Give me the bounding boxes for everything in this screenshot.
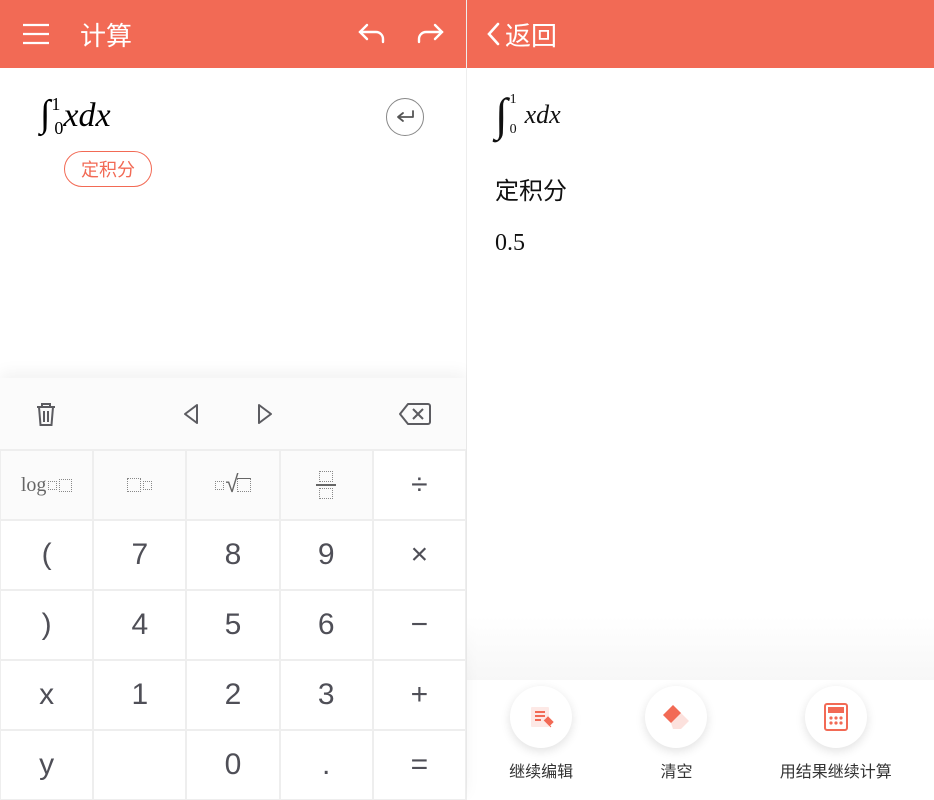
result-expression: ∫ 10 xdx — [495, 88, 914, 141]
backspace-button[interactable] — [398, 402, 432, 426]
key-y[interactable]: y — [0, 730, 93, 800]
continue-with-result-button[interactable]: 用结果继续计算 — [780, 686, 892, 782]
key-log[interactable]: log — [0, 450, 93, 520]
integral-symbol: ∫ — [495, 88, 508, 141]
cursor-right-button[interactable] — [256, 403, 274, 425]
left-header: 计算 — [0, 0, 466, 68]
key-multiply[interactable]: × — [373, 520, 466, 590]
keypad-grid: log √ ÷ ( 7 8 9 × ) 4 5 6 − x 1 2 — [0, 450, 466, 800]
key-minus[interactable]: − — [373, 590, 466, 660]
edit-icon — [510, 686, 572, 748]
clear-button[interactable] — [34, 400, 58, 428]
redo-button[interactable] — [412, 16, 448, 52]
result-area: ∫ 10 xdx 定积分 0.5 — [467, 68, 934, 257]
back-label: 返回 — [505, 16, 557, 53]
key-dot[interactable]: . — [280, 730, 373, 800]
key-9[interactable]: 9 — [280, 520, 373, 590]
calculator-icon — [805, 686, 867, 748]
expression-input-area: ∫10xdx 定积分 — [0, 68, 466, 197]
key-x[interactable]: x — [0, 660, 93, 730]
key-4[interactable]: 4 — [93, 590, 186, 660]
key-blank[interactable] — [93, 730, 186, 800]
key-lparen[interactable]: ( — [0, 520, 93, 590]
input-expression[interactable]: ∫10xdx — [40, 92, 152, 139]
calc-type-tag[interactable]: 定积分 — [64, 151, 152, 187]
result-value: 0.5 — [495, 230, 914, 257]
key-5[interactable]: 5 — [186, 590, 279, 660]
menu-icon[interactable] — [18, 16, 54, 52]
key-power[interactable] — [93, 450, 186, 520]
undo-button[interactable] — [354, 16, 390, 52]
back-button[interactable]: 返回 — [485, 16, 557, 53]
right-header: 返回 — [467, 0, 934, 68]
key-0[interactable]: 0 — [186, 730, 279, 800]
key-8[interactable]: 8 — [186, 520, 279, 590]
key-1[interactable]: 1 — [93, 660, 186, 730]
key-2[interactable]: 2 — [186, 660, 279, 730]
clear-result-button[interactable]: 清空 — [645, 686, 707, 782]
integral-symbol: ∫ — [40, 93, 50, 135]
key-6[interactable]: 6 — [280, 590, 373, 660]
page-title: 计算 — [80, 16, 132, 53]
eraser-icon — [645, 686, 707, 748]
key-3[interactable]: 3 — [280, 660, 373, 730]
submit-button[interactable] — [386, 98, 424, 136]
key-divide[interactable]: ÷ — [373, 450, 466, 520]
key-7[interactable]: 7 — [93, 520, 186, 590]
key-rparen[interactable]: ) — [0, 590, 93, 660]
result-type-label: 定积分 — [495, 171, 914, 206]
actions-row: 继续编辑 清空 用结果继续计算 — [467, 680, 934, 800]
key-root[interactable]: √ — [186, 450, 279, 520]
keypad: log √ ÷ ( 7 8 9 × ) 4 5 6 − x 1 2 — [0, 378, 466, 800]
key-fraction[interactable] — [280, 450, 373, 520]
key-plus[interactable]: + — [373, 660, 466, 730]
cursor-left-button[interactable] — [182, 403, 200, 425]
key-equals[interactable]: = — [373, 730, 466, 800]
continue-edit-button[interactable]: 继续编辑 — [509, 686, 573, 782]
